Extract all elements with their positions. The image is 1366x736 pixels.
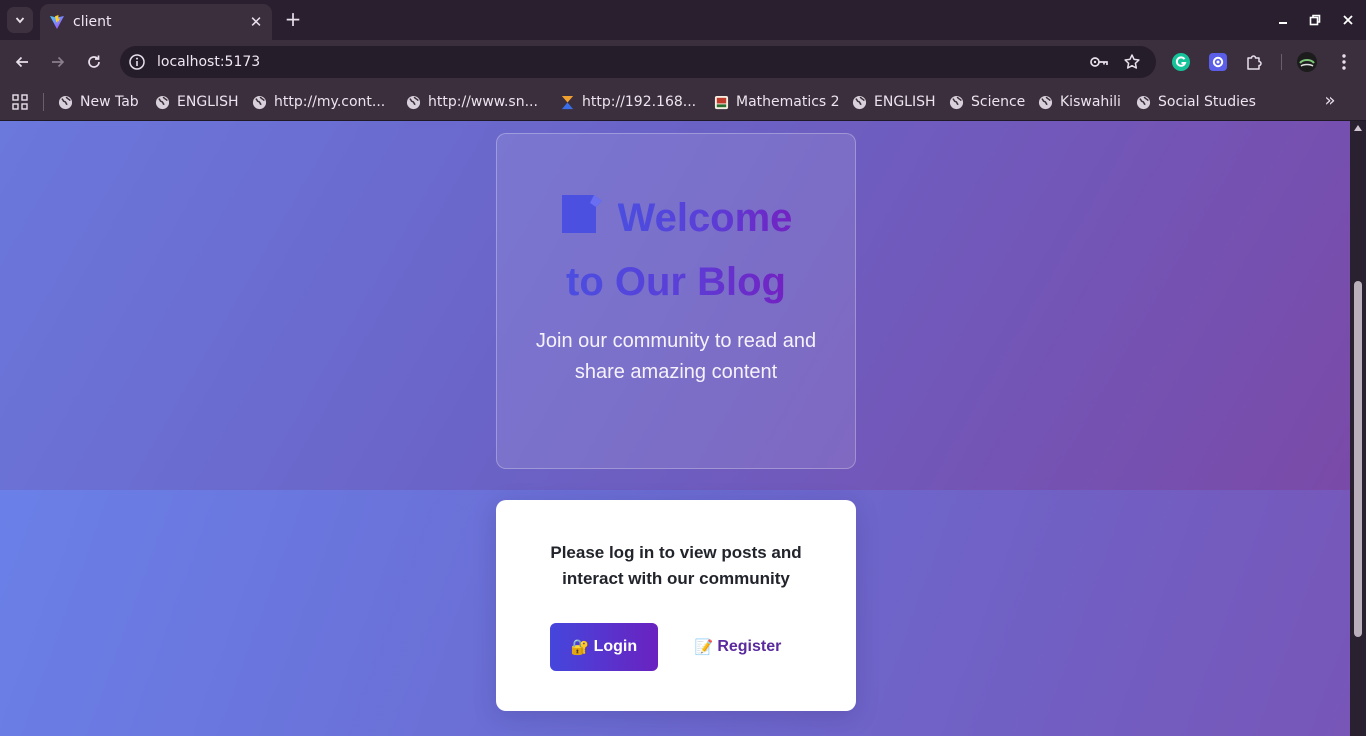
register-label: Register: [717, 638, 782, 655]
toolbar-divider: [1281, 54, 1282, 70]
bookmark-item[interactable]: http://192.168...: [560, 91, 696, 113]
minimize-icon: [1279, 22, 1287, 24]
register-button[interactable]: 📝 Register: [686, 623, 790, 671]
bookmark-item[interactable]: http://my.cont...: [252, 91, 385, 113]
bookmark-item[interactable]: Mathematics 2: [714, 91, 840, 113]
tab-client[interactable]: client ✕: [40, 4, 272, 40]
login-message: Please log in to view posts and interact…: [550, 543, 802, 588]
password-key-icon[interactable]: [1088, 51, 1110, 73]
bookmark-item[interactable]: New Tab: [58, 91, 139, 113]
bookmark-item[interactable]: ENGLISH: [852, 91, 936, 113]
chevron-down-icon: [15, 17, 25, 24]
globe-icon: [58, 95, 73, 109]
site-info-icon[interactable]: [128, 53, 146, 71]
bookmarks-bar: New Tab ENGLISH http://my.cont... http:/…: [0, 84, 1366, 120]
restore-button[interactable]: [1304, 9, 1326, 31]
back-button[interactable]: [10, 50, 34, 74]
bookmark-item[interactable]: Science: [949, 91, 1025, 113]
menu-kebab-icon[interactable]: [1333, 51, 1355, 73]
bookmark-item[interactable]: http://www.sn...: [406, 91, 538, 113]
title-line-2: to Our Blog: [566, 260, 786, 304]
grammarly-icon[interactable]: [1170, 51, 1192, 73]
page-scrollbar[interactable]: [1350, 121, 1366, 736]
bookmark-item[interactable]: ENGLISH: [155, 91, 239, 113]
lock-key-icon: 🔐: [570, 638, 590, 656]
extension-gear-icon[interactable]: [1207, 51, 1229, 73]
globe-icon: [949, 95, 964, 109]
close-icon: [1343, 15, 1353, 25]
vite-icon: [50, 15, 64, 29]
title-line-1: Welcome: [617, 196, 793, 240]
bookmark-item[interactable]: Social Studies: [1136, 91, 1256, 113]
restore-icon: [1309, 14, 1321, 26]
bookmarks-divider: [43, 93, 44, 111]
reload-button[interactable]: [82, 50, 106, 74]
back-arrow-icon: [15, 56, 28, 68]
globe-icon: [252, 95, 267, 109]
memo-small-icon: 📝: [694, 638, 714, 656]
forward-button[interactable]: [46, 50, 70, 74]
hourglass-icon: [561, 95, 574, 109]
tab-search-button[interactable]: [7, 7, 33, 33]
login-button[interactable]: 🔐 Login: [550, 623, 658, 671]
reload-icon: [88, 55, 100, 68]
login-label: Login: [593, 638, 638, 655]
page-title: Welcome to Our Blog: [497, 186, 855, 314]
forward-arrow-icon: [52, 56, 65, 68]
tab-strip: client ✕ +: [0, 0, 1366, 40]
bookmark-item[interactable]: Kiswahili: [1038, 91, 1121, 113]
tab-title: client: [73, 14, 112, 30]
apps-grid-icon[interactable]: [11, 93, 29, 111]
globe-icon: [1038, 95, 1053, 109]
tab-close-icon[interactable]: ✕: [246, 13, 266, 31]
extensions-puzzle-icon[interactable]: [1243, 51, 1265, 73]
hero-card: Welcome to Our Blog Join our community t…: [496, 133, 856, 469]
kicd-icon: [714, 95, 729, 109]
url-text[interactable]: localhost:5173: [157, 54, 260, 70]
minimize-button[interactable]: [1272, 9, 1294, 31]
new-tab-button[interactable]: +: [282, 8, 304, 32]
hero-subtitle: Join our community to read and share ama…: [535, 330, 817, 383]
globe-icon: [852, 95, 867, 109]
close-window-button[interactable]: [1337, 9, 1359, 31]
memo-icon: [561, 195, 602, 233]
scrollbar-thumb[interactable]: [1354, 281, 1362, 637]
more-bookmarks-chevron-icon[interactable]: »: [1319, 91, 1341, 113]
profile-avatar[interactable]: [1296, 51, 1318, 73]
globe-icon: [406, 95, 421, 109]
browser-toolbar: localhost:5173: [0, 40, 1366, 84]
bookmark-star-icon[interactable]: [1121, 51, 1143, 73]
address-bar[interactable]: [120, 46, 1156, 78]
login-prompt-card: Please log in to view posts and interact…: [496, 500, 856, 711]
globe-icon: [155, 95, 170, 109]
hero-section: Welcome to Our Blog Join our community t…: [0, 121, 1350, 490]
globe-icon: [1136, 95, 1151, 109]
page-viewport: Welcome to Our Blog Join our community t…: [0, 121, 1350, 736]
scroll-up-arrow-icon[interactable]: [1354, 125, 1362, 131]
